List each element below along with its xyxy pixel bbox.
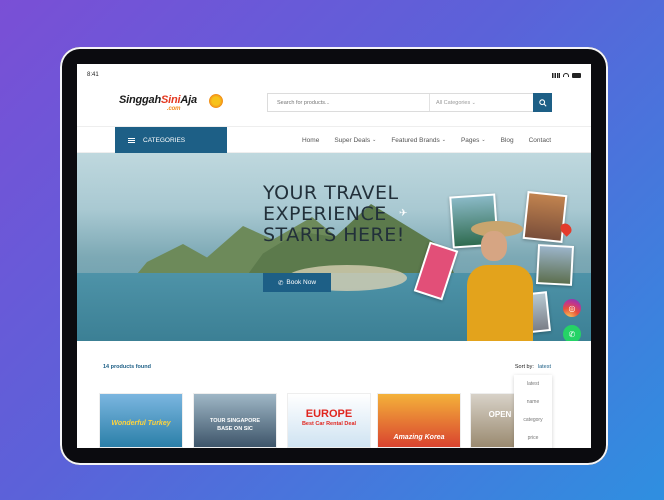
whatsapp-button[interactable]: ✆ bbox=[563, 325, 581, 341]
tablet-frame: 8:41 SinggahSiniAja .com All Categories … bbox=[60, 47, 608, 465]
book-now-button[interactable]: ✆ Book Now bbox=[263, 273, 331, 292]
hero-headline-line: YOUR TRAVEL bbox=[263, 182, 399, 204]
nav-label: Contact bbox=[528, 136, 551, 144]
whatsapp-icon: ✆ bbox=[277, 279, 284, 287]
main-navbar: CATEGORIES Home Super Deals ⌄ Featured Br… bbox=[77, 126, 591, 153]
hero-headline-line: EXPERIENCE bbox=[263, 203, 387, 225]
sort-control[interactable]: Sort by: latest bbox=[515, 364, 551, 370]
sort-option-latest[interactable]: latest bbox=[514, 375, 552, 393]
categories-label: CATEGORIES bbox=[143, 136, 186, 144]
product-title: TOUR SINGAPORE bbox=[209, 418, 260, 424]
hero-headline-line: STARTS HERE! bbox=[263, 224, 405, 246]
product-card[interactable]: Wonderful Turkey bbox=[99, 393, 183, 448]
nav-label: Super Deals bbox=[334, 136, 371, 144]
status-time: 8:41 bbox=[87, 72, 99, 78]
nav-label: Pages bbox=[460, 136, 480, 144]
nav-super-deals[interactable]: Super Deals ⌄ bbox=[334, 137, 376, 144]
hero-headline: YOUR TRAVEL EXPERIENCE STARTS HERE! bbox=[263, 183, 405, 246]
chevron-down-icon: ⌄ bbox=[372, 137, 377, 143]
nav-label: Blog bbox=[500, 136, 514, 144]
search-button[interactable] bbox=[533, 93, 552, 112]
site-logo[interactable]: SinggahSiniAja .com bbox=[119, 94, 223, 112]
logo-text-1: Singgah bbox=[119, 94, 161, 106]
logo-text-2: Sini bbox=[161, 94, 181, 106]
sort-label: Sort by: bbox=[514, 364, 534, 370]
wifi-icon bbox=[563, 73, 569, 77]
product-card[interactable]: EUROPE Best Car Rental Deal bbox=[287, 393, 371, 448]
product-card[interactable]: Amazing Korea bbox=[377, 393, 461, 448]
battery-icon bbox=[572, 72, 581, 78]
nav-pages[interactable]: Pages ⌄ bbox=[461, 137, 486, 144]
product-subtitle: BASE ON SIC bbox=[217, 426, 253, 432]
logo-text-3: Aja bbox=[180, 94, 197, 106]
signal-icon bbox=[552, 72, 560, 78]
search-bar: All Categories ⌄ bbox=[267, 93, 552, 112]
category-select-value: All Categories bbox=[436, 99, 471, 106]
status-bar: 8:41 bbox=[77, 64, 591, 86]
nav-menu: Home Super Deals ⌄ Featured Brands ⌄ Pages… bbox=[302, 127, 551, 153]
airplane-icon: ✈ bbox=[399, 208, 408, 219]
sort-option-price[interactable]: price bbox=[514, 429, 552, 447]
chevron-down-icon: ⌄ bbox=[441, 137, 446, 143]
status-icons bbox=[552, 72, 581, 78]
results-number: 14 bbox=[103, 364, 110, 370]
product-title: Wonderful Turkey bbox=[111, 420, 171, 427]
instagram-button[interactable]: ◎ bbox=[563, 299, 581, 317]
sort-value: latest bbox=[537, 364, 551, 370]
menu-icon bbox=[128, 137, 135, 143]
nav-featured-brands[interactable]: Featured Brands ⌄ bbox=[391, 137, 446, 144]
logo-suffix: .com bbox=[167, 106, 181, 112]
product-title: EUROPE bbox=[305, 408, 353, 420]
nav-label: Home bbox=[301, 136, 320, 144]
product-card[interactable]: TOUR SINGAPORE BASE ON SIC bbox=[193, 393, 277, 448]
site-header: SinggahSiniAja .com All Categories ⌄ bbox=[77, 86, 591, 126]
sort-dropdown: latest name category price bbox=[514, 375, 552, 448]
nav-contact[interactable]: Contact bbox=[529, 137, 551, 144]
screen: 8:41 SinggahSiniAja .com All Categories … bbox=[77, 64, 591, 448]
chevron-down-icon: ⌄ bbox=[481, 137, 486, 143]
results-count: 14 products found bbox=[103, 364, 151, 370]
nav-blog[interactable]: Blog bbox=[501, 137, 514, 144]
product-title: Amazing Korea bbox=[393, 434, 445, 441]
hero-banner: YOUR TRAVEL EXPERIENCE STARTS HERE! ✈ ✆ … bbox=[77, 153, 591, 341]
travel-photo bbox=[535, 244, 575, 286]
results-label: products found bbox=[110, 364, 151, 370]
whatsapp-icon: ✆ bbox=[568, 329, 576, 339]
sort-option-category[interactable]: category bbox=[514, 411, 552, 429]
product-subtitle: Best Car Rental Deal bbox=[301, 421, 357, 427]
nav-label: Featured Brands bbox=[391, 136, 440, 144]
categories-button[interactable]: CATEGORIES bbox=[115, 127, 227, 153]
search-icon bbox=[538, 98, 547, 107]
book-now-label: Book Now bbox=[286, 279, 317, 286]
instagram-icon: ◎ bbox=[568, 303, 576, 313]
chevron-down-icon: ⌄ bbox=[470, 99, 476, 106]
logo-sun-icon bbox=[209, 94, 223, 108]
nav-home[interactable]: Home bbox=[302, 137, 319, 144]
search-input[interactable] bbox=[268, 94, 429, 111]
category-select[interactable]: All Categories ⌄ bbox=[429, 94, 533, 111]
traveler-woman-image bbox=[459, 221, 539, 341]
sort-option-name[interactable]: name bbox=[514, 393, 552, 411]
